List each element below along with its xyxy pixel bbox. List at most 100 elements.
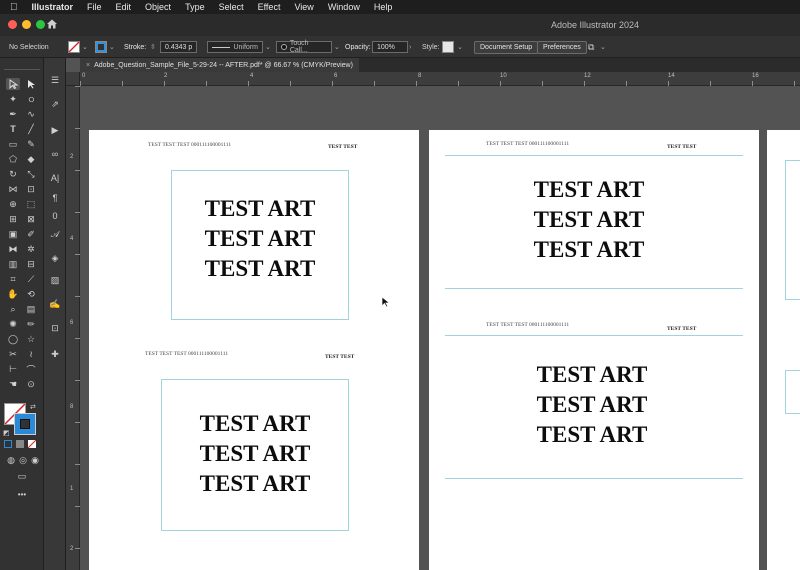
properties-panel-icon[interactable]: ☰ (49, 74, 61, 86)
menu-app-name[interactable]: Illustrator (32, 2, 74, 12)
test-art-block[interactable]: TEST ART TEST ART TEST ART (171, 194, 349, 284)
zoom-tool-icon[interactable]: ⌕ (6, 303, 20, 315)
stroke-color-swatch[interactable] (14, 413, 36, 435)
tab-close-icon[interactable]: × (86, 62, 90, 69)
type-tool-icon[interactable]: T (6, 123, 20, 135)
artboard-page-2[interactable]: TEST TEST TEST 000111100001111 TEST TEST… (429, 130, 759, 570)
mesh-tool-icon[interactable]: ⊠ (24, 213, 38, 225)
graphic-style-swatch[interactable] (442, 41, 454, 53)
profile-dropdown-icon[interactable]: ⌄ (265, 41, 271, 53)
eyedropper-tool-icon[interactable]: ✐ (24, 228, 38, 240)
stroke-weight-field[interactable]: 0.4343 p (160, 41, 198, 53)
measure-tool-icon[interactable]: ⊢ (6, 363, 20, 375)
links-panel-icon[interactable]: ∞ (49, 148, 61, 160)
stroke-swatch[interactable] (95, 41, 107, 53)
none-mode-icon[interactable] (28, 440, 36, 448)
menu-view[interactable]: View (294, 2, 313, 12)
style-dropdown-icon[interactable]: ⌄ (457, 41, 463, 53)
fill-swatch[interactable] (68, 41, 80, 53)
menu-window[interactable]: Window (328, 2, 360, 12)
page-header-label[interactable]: TEST TEST (325, 354, 354, 360)
menu-select[interactable]: Select (219, 2, 244, 12)
lasso-tool-icon[interactable]: ഠ (24, 93, 38, 105)
layers-panel-icon[interactable]: ◈ (49, 252, 61, 264)
test-art-block[interactable]: TEST ART TEST ART TEST ART (161, 409, 349, 499)
page-header-text[interactable]: TEST TEST TEST 000111100001111 (148, 142, 231, 148)
menu-help[interactable]: Help (374, 2, 393, 12)
star-tool-icon[interactable]: ☆ (24, 333, 38, 345)
menu-file[interactable]: File (87, 2, 102, 12)
image-trace-panel-icon[interactable]: ▨ (49, 274, 61, 286)
menu-effect[interactable]: Effect (258, 2, 281, 12)
smooth-tool-icon[interactable]: ⌒ (24, 363, 38, 375)
arrange-dropdown-icon[interactable]: ⌄ (600, 41, 606, 53)
page-header-text[interactable]: TEST TEST TEST 000111100001111 (486, 322, 569, 328)
add-panel-icon[interactable]: ✚ (49, 348, 61, 360)
pen-tool-icon[interactable]: ✒ (6, 108, 20, 120)
warp-tool-icon[interactable]: ≀ (24, 348, 38, 360)
stroke-stepper-icon[interactable]: ⇳ (150, 41, 156, 53)
opacity-dropdown-icon[interactable]: › (409, 41, 411, 53)
rotate-view-tool-icon[interactable]: ⟲ (24, 288, 38, 300)
export-panel-icon[interactable]: ⇗ (49, 98, 61, 110)
hand-tool-alt-icon[interactable]: ☚ (6, 378, 20, 390)
menu-type[interactable]: Type (185, 2, 205, 12)
pencil-tool-icon[interactable]: ✏ (24, 318, 38, 330)
print-tiling-tool-icon[interactable]: ▤ (24, 303, 38, 315)
page-header-label[interactable]: TEST TEST (667, 144, 696, 150)
test-art-block[interactable]: TEST ART TEST ART TEST ART (499, 175, 679, 265)
swap-fill-stroke-icon[interactable]: ⇄ (30, 403, 36, 411)
scale-tool-icon[interactable]: ⤡ (24, 168, 38, 180)
ruler-origin[interactable] (66, 72, 80, 86)
apple-menu-icon[interactable]:  (10, 2, 18, 13)
arrange-documents-icon[interactable]: ⧉ (588, 41, 594, 53)
width-tool-icon[interactable]: ⋈ (6, 183, 20, 195)
page-header-label[interactable]: TEST TEST (667, 326, 696, 332)
brush-definition[interactable]: Touch Call... (276, 40, 332, 54)
test-art-block[interactable]: TEST ART TEST ART TEST ART (502, 360, 682, 450)
pathfinder-panel-icon[interactable]: ✍ (49, 298, 61, 310)
draw-inside-icon[interactable]: ◉ (28, 454, 42, 466)
blend-tool-icon[interactable]: ⧓ (6, 243, 20, 255)
screen-mode-icon[interactable]: ▭ (15, 470, 29, 482)
gradient-mode-icon[interactable] (16, 440, 24, 448)
zoom-tool-alt-icon[interactable]: ⊙ (24, 378, 38, 390)
document-tab[interactable]: × Adobe_Question_Sample_File_5-29-24 -- … (80, 58, 359, 72)
character-panel-icon[interactable]: A| (49, 172, 61, 184)
horizontal-ruler[interactable]: 0 2 4 6 8 10 12 14 16 (80, 72, 800, 86)
variable-width-profile[interactable]: Uniform (207, 41, 263, 53)
document-setup-button[interactable]: Document Setup (474, 40, 539, 54)
hand-tool-icon[interactable]: ✋ (6, 288, 20, 300)
page-header-text[interactable]: TEST TEST TEST 000111100001111 (486, 141, 569, 147)
artboard-tool-icon[interactable]: ⊟ (24, 258, 38, 270)
vertical-ruler[interactable]: 2 4 6 8 1 2 (66, 86, 80, 570)
color-mode-icon[interactable] (4, 440, 12, 448)
paintbrush-tool-icon[interactable]: ✎ (24, 138, 38, 150)
menu-edit[interactable]: Edit (116, 2, 132, 12)
align-panel-icon[interactable]: ⊡ (49, 322, 61, 334)
play-action-icon[interactable]: ▶ (49, 124, 61, 136)
edit-toolbar-icon[interactable]: ••• (15, 488, 29, 500)
direct-selection-tool-icon[interactable] (24, 78, 38, 90)
opacity-field[interactable]: 100% (372, 41, 408, 53)
stroke-dropdown-icon[interactable]: ⌄ (109, 41, 115, 53)
symbol-sprayer-tool-icon[interactable]: ✲ (24, 243, 38, 255)
opacity-label[interactable]: Opacity: (345, 41, 371, 53)
page-header-text[interactable]: TEST TEST TEST 000111100001111 (145, 351, 228, 357)
stroke-label[interactable]: Stroke: (124, 41, 146, 53)
menu-object[interactable]: Object (145, 2, 171, 12)
shaper-tool-icon[interactable]: ⬠ (6, 153, 20, 165)
rectangle-tool-icon[interactable]: ▭ (6, 138, 20, 150)
line-segment-tool-icon[interactable]: ╱ (24, 123, 38, 135)
scissors-tool-icon[interactable]: ✂ (6, 348, 20, 360)
gradient-tool-icon[interactable]: ▣ (6, 228, 20, 240)
selection-tool-icon[interactable] (6, 78, 20, 90)
artboard-page-3[interactable] (767, 130, 800, 570)
ellipse-tool-icon[interactable]: ◯ (6, 333, 20, 345)
opentype-panel-icon[interactable]: 0 (49, 210, 61, 222)
artboard-canvas[interactable]: TEST TEST TEST 000111100001111 TEST TEST… (80, 86, 800, 570)
rotate-tool-icon[interactable]: ↻ (6, 168, 20, 180)
glyphs-panel-icon[interactable]: 𝒜 (49, 228, 61, 240)
default-fill-stroke-icon[interactable]: ◩ (3, 429, 10, 437)
artboard-page-1[interactable]: TEST TEST TEST 000111100001111 TEST TEST… (89, 130, 419, 570)
